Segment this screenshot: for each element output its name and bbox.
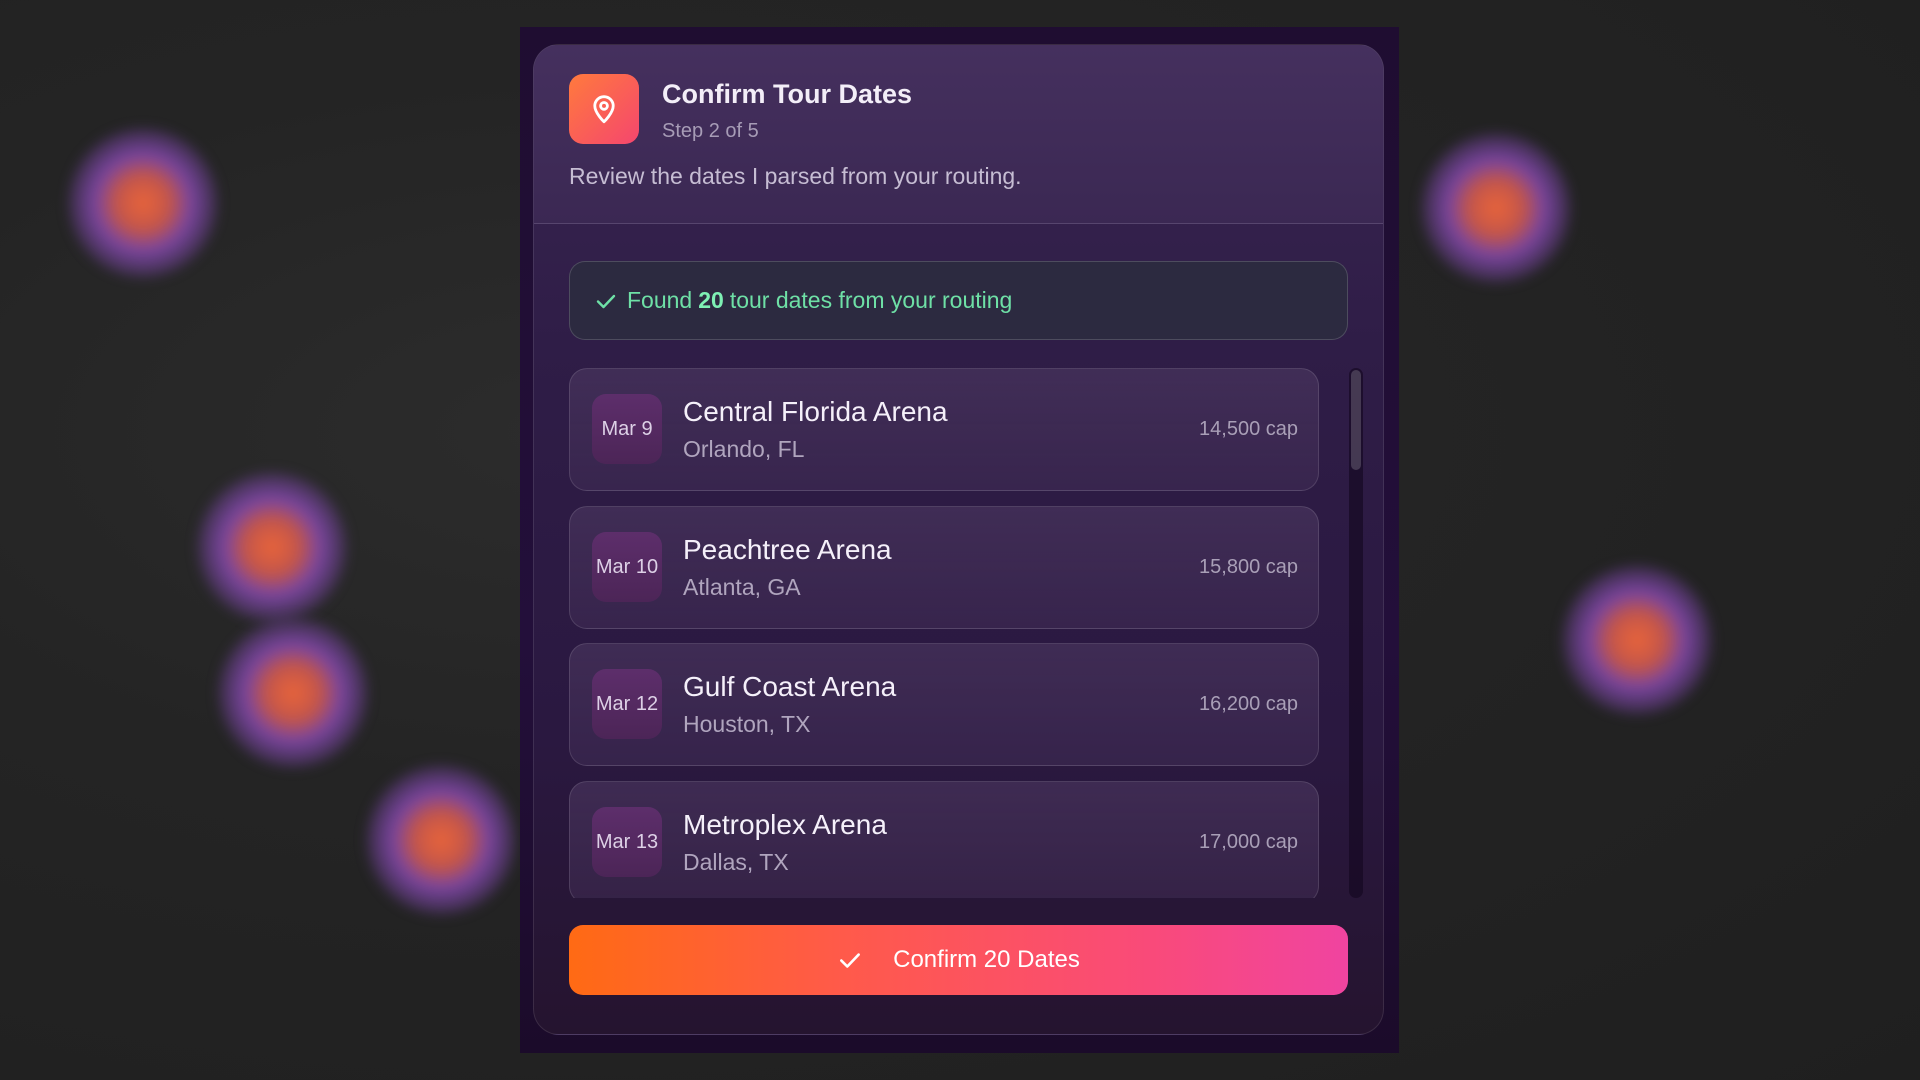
venue-capacity: 17,000 cap [1199, 831, 1298, 853]
confirm-tour-dates-dialog: Confirm Tour Dates Step 2 of 5 Review th… [533, 44, 1384, 1035]
confirm-dates-button[interactable]: Confirm 20 Dates [569, 925, 1348, 995]
banner-suffix: tour dates from your routing [729, 287, 1013, 313]
date-badge: Mar 13 [592, 807, 662, 877]
tour-dates-list[interactable]: Mar 9 Central Florida Arena Orlando, FL … [569, 368, 1359, 898]
check-icon [594, 289, 618, 313]
dialog-title: Confirm Tour Dates [662, 79, 913, 109]
tour-date-item[interactable]: Mar 12 Gulf Coast Arena Houston, TX 16,2… [569, 643, 1319, 766]
tour-date-item[interactable]: Mar 10 Peachtree Arena Atlanta, GA 15,80… [569, 506, 1319, 629]
venue-city: Houston, TX [683, 711, 811, 737]
check-icon [837, 947, 863, 973]
background-light-blob [68, 128, 218, 278]
scrollbar-thumb[interactable] [1351, 370, 1361, 470]
date-badge: Mar 10 [592, 532, 662, 602]
banner-prefix: Found [627, 287, 693, 313]
venue-name: Central Florida Arena [683, 396, 948, 427]
date-badge: Mar 9 [592, 394, 662, 464]
venue-city: Orlando, FL [683, 436, 805, 462]
background-light-blob [218, 618, 368, 768]
list-scrollbar[interactable] [1349, 368, 1363, 898]
venue-name: Metroplex Arena [683, 809, 887, 840]
dialog-description: Review the dates I parsed from your rout… [569, 163, 1022, 189]
venue-city: Atlanta, GA [683, 574, 801, 600]
confirm-button-label: Confirm 20 Dates [893, 946, 1080, 973]
dialog-header: Confirm Tour Dates Step 2 of 5 Review th… [534, 45, 1383, 224]
background-light-blob [197, 472, 347, 622]
venue-capacity: 15,800 cap [1199, 556, 1298, 578]
background-light-blob [366, 765, 516, 915]
tour-date-item[interactable]: Mar 13 Metroplex Arena Dallas, TX 17,000… [569, 781, 1319, 898]
date-badge: Mar 12 [592, 669, 662, 739]
map-pin-icon [569, 74, 639, 144]
venue-capacity: 16,200 cap [1199, 693, 1298, 715]
background-light-blob [1562, 565, 1712, 715]
background-light-blob [1421, 133, 1571, 283]
venue-capacity: 14,500 cap [1199, 418, 1298, 440]
banner-count: 20 [698, 287, 724, 313]
found-dates-banner: Found 20 tour dates from your routing [569, 261, 1348, 340]
venue-city: Dallas, TX [683, 849, 789, 875]
tour-date-item[interactable]: Mar 9 Central Florida Arena Orlando, FL … [569, 368, 1319, 491]
dialog-frame: Confirm Tour Dates Step 2 of 5 Review th… [520, 27, 1399, 1053]
venue-name: Peachtree Arena [683, 534, 892, 565]
venue-name: Gulf Coast Arena [683, 671, 897, 702]
step-indicator: Step 2 of 5 [662, 120, 759, 142]
